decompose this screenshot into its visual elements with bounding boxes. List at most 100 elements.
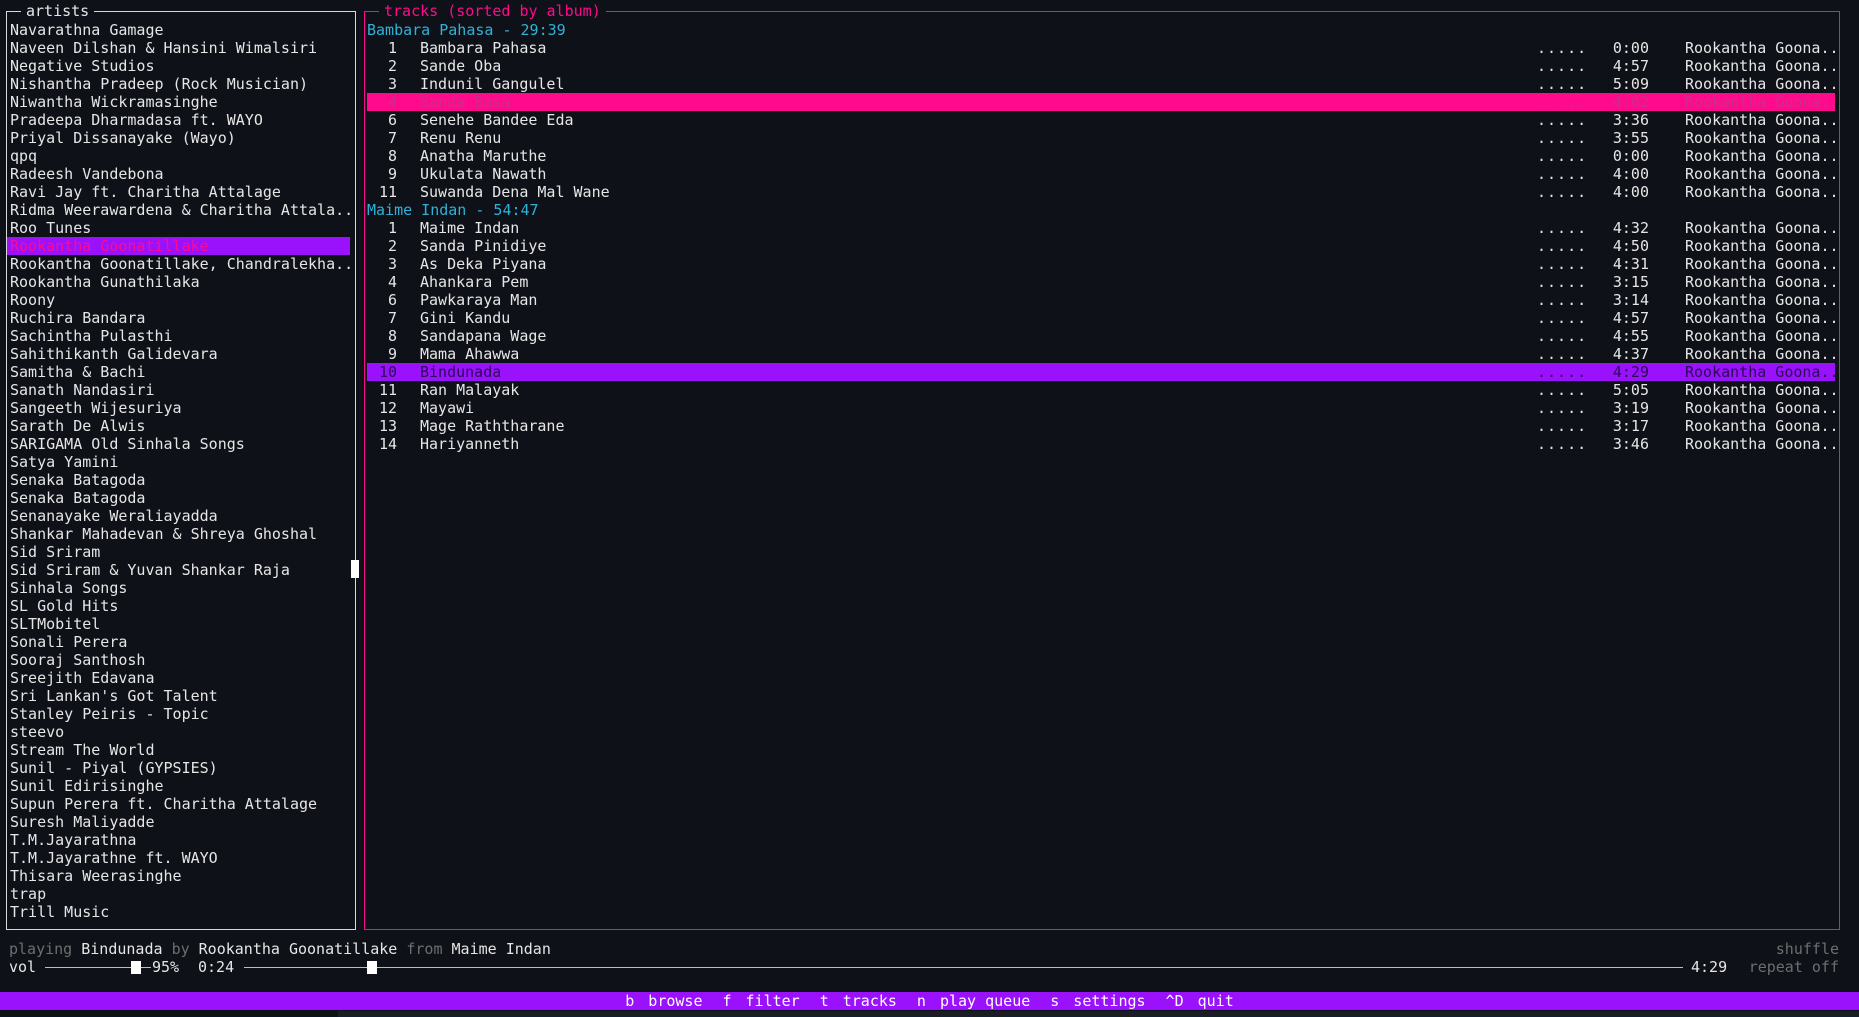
artist-list-item[interactable]: Rookantha Goonatillake [7, 237, 350, 255]
artist-list-item[interactable]: SLTMobitel [7, 615, 350, 633]
artist-list-item[interactable]: Sachintha Pulasthi [7, 327, 350, 345]
track-row[interactable]: 11 Suwanda Dena Mal Wane..... 4:00 Rookanth… [367, 183, 1839, 201]
track-row[interactable]: 13 Mage Raththarane..... 3:17 Rookantha Goo… [367, 417, 1839, 435]
artist-list-scrollbar-thumb[interactable] [351, 560, 359, 578]
track-row[interactable]: 3 As Deka Piyana..... 4:31 Rookantha Goona.… [367, 255, 1839, 273]
hotkey-play-queue[interactable]: n play queue [917, 992, 1030, 1010]
artist-list-item[interactable]: Priyal Dissanayake (Wayo) [7, 129, 350, 147]
artist-list-item[interactable]: Roo Tunes [7, 219, 350, 237]
artist-list-item[interactable]: Radeesh Vandebona [7, 165, 350, 183]
artist-list-item[interactable]: Niwantha Wickramasinghe [7, 93, 350, 111]
artist-list-item[interactable]: Stanley Peiris - Topic [7, 705, 350, 723]
artist-list-item[interactable]: Senaka Batagoda [7, 489, 350, 507]
artist-list-item[interactable]: Trill Music [7, 903, 350, 921]
track-row[interactable]: 10 Bindunada..... 4:29 Rookantha Goona.. [367, 363, 1839, 381]
artist-list-item[interactable]: T.M.Jayarathna [7, 831, 350, 849]
artist-list-item[interactable]: qpq [7, 147, 350, 165]
track-row[interactable]: 12 Mayawi..... 3:19 Rookantha Goona.. [367, 399, 1839, 417]
track-row[interactable]: 3 Indunil Gangulel..... 5:09 Rookantha Goon… [367, 75, 1839, 93]
artist-list-item[interactable]: Roony [7, 291, 350, 309]
artist-list-item[interactable]: T.M.Jayarathne ft. WAYO [7, 849, 350, 867]
track-row[interactable]: 2 Sanda Pinidiye..... 4:50 Rookantha Goona.… [367, 237, 1839, 255]
artist-list-item[interactable]: Sunil Edirisinghe [7, 777, 350, 795]
track-number: 14 [378, 435, 397, 453]
track-duration: 4:37 [1612, 345, 1649, 363]
artist-list-item[interactable]: Sanath Nandasiri [7, 381, 350, 399]
track-title: Ukulata Nawath [420, 165, 547, 183]
artist-list-item[interactable]: Sunil - Piyal (GYPSIES) [7, 759, 350, 777]
artist-list-item[interactable]: SL Gold Hits [7, 597, 350, 615]
artist-list[interactable]: Navarathna Gamage Naveen Dilshan & Hansin… [7, 21, 353, 921]
track-row[interactable]: 9 Mama Ahawwa..... 4:37 Rookantha Goona.. [367, 345, 1839, 363]
artist-list-item[interactable]: Sarath De Alwis [7, 417, 350, 435]
hotkey-tracks[interactable]: t tracks [820, 992, 897, 1010]
artist-list-item[interactable]: Supun Perera ft. Charitha Attalage [7, 795, 350, 813]
artist-list-item[interactable]: SARIGAMA Old Sinhala Songs [7, 435, 350, 453]
artist-list-item[interactable]: Sahithikanth Galidevara [7, 345, 350, 363]
artist-list-item[interactable]: Stream The World [7, 741, 350, 759]
artist-list-item[interactable]: Negative Studios [7, 57, 350, 75]
track-row[interactable]: 4 Sanda Basa..... 4:02 Rookantha Goona.. [367, 93, 1839, 111]
track-list[interactable]: Bambara Pahasa - 29:39 1 Bambara Pahasa...… [367, 21, 1839, 453]
artist-list-item[interactable]: Ridma Weerawardena & Charitha Attala.. [7, 201, 350, 219]
track-row[interactable]: 6 Senehe Bandee Eda..... 3:36 Rookantha Goo… [367, 111, 1839, 129]
track-row[interactable]: 14 Hariyanneth..... 3:46 Rookantha Goona.. [367, 435, 1839, 453]
artist-list-item[interactable]: Nishantha Pradeep (Rock Musician) [7, 75, 350, 93]
track-artist: Rookantha Goona.. [1685, 183, 1839, 201]
track-row[interactable]: 4 Ahankara Pem..... 3:15 Rookantha Goona.. [367, 273, 1839, 291]
seek-bar-thumb[interactable] [367, 961, 377, 974]
hotkey-label: settings [1073, 992, 1146, 1010]
artist-list-item[interactable]: Sonali Perera [7, 633, 350, 651]
artist-list-item[interactable]: Shankar Mahadevan & Shreya Ghoshal [7, 525, 350, 543]
artist-list-item[interactable]: Navarathna Gamage [7, 21, 350, 39]
artist-list-item[interactable]: Satya Yamini [7, 453, 350, 471]
hotkey-settings[interactable]: s settings [1050, 992, 1145, 1010]
track-row[interactable]: 9 Ukulata Nawath..... 4:00 Rookantha Goona.… [367, 165, 1839, 183]
artist-list-item[interactable]: Sinhala Songs [7, 579, 350, 597]
track-rating: ..... [1537, 237, 1588, 255]
artist-list-item[interactable]: Suresh Maliyadde [7, 813, 350, 831]
hotkey-label: quit [1197, 992, 1234, 1010]
track-row[interactable]: 1 Bambara Pahasa..... 0:00 Rookantha Goona.… [367, 39, 1839, 57]
album-header[interactable]: Maime Indan - 54:47 [367, 201, 1835, 219]
artist-list-item[interactable]: Ravi Jay ft. Charitha Attalage [7, 183, 350, 201]
track-row[interactable]: 1 Maime Indan..... 4:32 Rookantha Goona.. [367, 219, 1839, 237]
track-row[interactable]: 11 Ran Malayak..... 5:05 Rookantha Goona.. [367, 381, 1839, 399]
track-title: Sanda Basa [420, 93, 511, 111]
volume-slider-thumb[interactable] [131, 961, 141, 974]
artist-list-item[interactable]: Rookantha Gunathilaka [7, 273, 350, 291]
artist-list-item[interactable]: Ruchira Bandara [7, 309, 350, 327]
artist-list-item[interactable]: Sri Lankan's Got Talent [7, 687, 350, 705]
artist-list-item[interactable]: Thisara Weerasinghe [7, 867, 350, 885]
hotkey-browse[interactable]: b browse [625, 992, 702, 1010]
track-row[interactable]: 8 Anatha Maruthe..... 0:00 Rookantha Goona.… [367, 147, 1839, 165]
track-title: Sanda Pinidiye [420, 237, 547, 255]
track-row[interactable]: 6 Pawkaraya Man..... 3:14 Rookantha Goona.. [367, 291, 1839, 309]
hotkey-key: f [722, 992, 732, 1010]
artist-list-item[interactable]: Senaka Batagoda [7, 471, 350, 489]
track-row[interactable]: 2 Sande Oba..... 4:57 Rookantha Goona.. [367, 57, 1839, 75]
album-header[interactable]: Bambara Pahasa - 29:39 [367, 21, 1835, 39]
track-row[interactable]: 7 Gini Kandu..... 4:57 Rookantha Goona.. [367, 309, 1839, 327]
artist-list-item[interactable]: Sid Sriram [7, 543, 350, 561]
track-row[interactable]: 8 Sandapana Wage..... 4:55 Rookantha Goona.… [367, 327, 1839, 345]
artist-list-item[interactable]: Pradeepa Dharmadasa ft. WAYO [7, 111, 350, 129]
artist-list-item[interactable]: Senanayake Weraliayadda [7, 507, 350, 525]
artist-list-item[interactable]: Samitha & Bachi [7, 363, 350, 381]
track-row[interactable]: 7 Renu Renu..... 3:55 Rookantha Goona.. [367, 129, 1839, 147]
artist-list-item[interactable]: trap [7, 885, 350, 903]
shuffle-status[interactable]: shuffle [1776, 940, 1839, 958]
artist-list-item[interactable]: Sid Sriram & Yuvan Shankar Raja [7, 561, 350, 579]
hotkey-filter[interactable]: f filter [722, 992, 799, 1010]
track-number: 8 [387, 327, 397, 345]
artist-list-item[interactable]: Rookantha Goonatillake, Chandralekha.. [7, 255, 350, 273]
track-rating: ..... [1537, 435, 1588, 453]
repeat-status[interactable]: repeat off [1749, 958, 1839, 976]
artist-list-item[interactable]: Sreejith Edavana [7, 669, 350, 687]
artist-list-item[interactable]: steevo [7, 723, 350, 741]
artist-list-item[interactable]: Sangeeth Wijesuriya [7, 399, 350, 417]
hotkey-quit[interactable]: ^D quit [1166, 992, 1234, 1010]
artist-list-item[interactable]: Naveen Dilshan & Hansini Wimalsiri [7, 39, 350, 57]
artist-list-item[interactable]: Sooraj Santhosh [7, 651, 350, 669]
seek-bar[interactable] [244, 967, 1683, 968]
